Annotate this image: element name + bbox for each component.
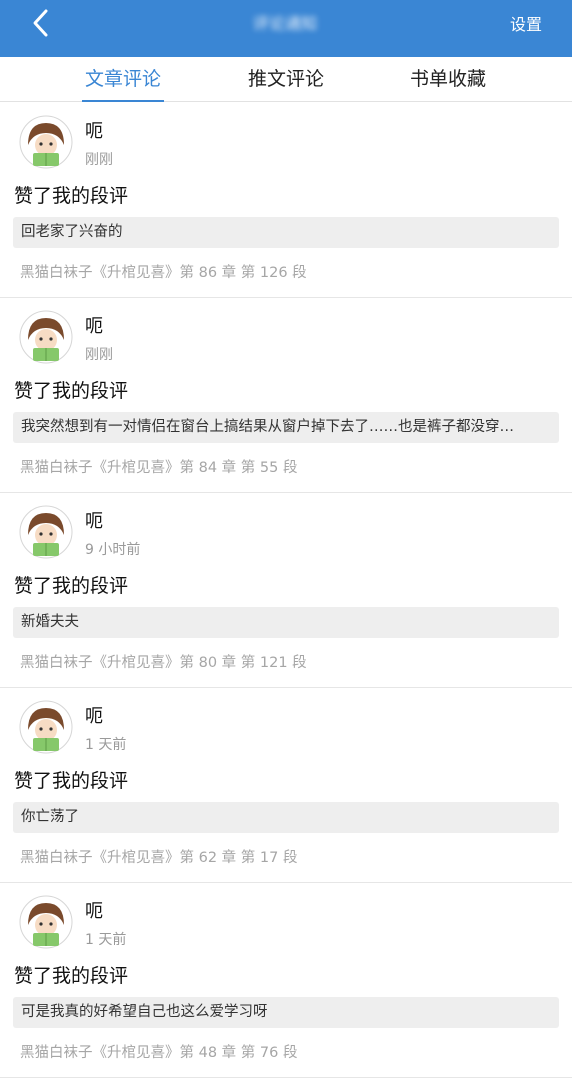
comment-source[interactable]: 黑猫白袜子《升棺见喜》第 48 章 第 76 段 — [20, 1041, 297, 1062]
timestamp: 1 天前 — [85, 737, 127, 753]
tab-article-comments[interactable]: 文章评论 — [82, 57, 164, 102]
avatar[interactable] — [19, 505, 73, 559]
back-button[interactable] — [24, 6, 58, 40]
notification-item[interactable]: 呃 刚刚 赞了我的段评 回老家了兴奋的 黑猫白袜子《升棺见喜》第 86 章 第 … — [0, 103, 572, 298]
notification-action: 赞了我的段评 — [14, 965, 129, 987]
comment-quote[interactable]: 我突然想到有一对情侣在窗台上搞结果从窗户掉下去了……也是裤子都没穿… — [13, 412, 559, 443]
user-name[interactable]: 呃 — [85, 312, 103, 338]
tab-booklist-favorites[interactable]: 书单收藏 — [407, 57, 489, 102]
chevron-left-icon — [33, 9, 48, 37]
avatar[interactable] — [19, 115, 73, 169]
active-tab-indicator — [82, 100, 164, 102]
notification-action: 赞了我的段评 — [14, 380, 129, 402]
avatar[interactable] — [19, 700, 73, 754]
user-name[interactable]: 呃 — [85, 897, 103, 923]
avatar[interactable] — [19, 895, 73, 949]
notification-action: 赞了我的段评 — [14, 185, 129, 207]
notification-list: 呃 刚刚 赞了我的段评 回老家了兴奋的 黑猫白袜子《升棺见喜》第 86 章 第 … — [0, 103, 572, 1078]
comment-source[interactable]: 黑猫白袜子《升棺见喜》第 86 章 第 126 段 — [20, 261, 307, 282]
timestamp: 刚刚 — [85, 347, 113, 363]
notification-action: 赞了我的段评 — [14, 770, 129, 792]
comment-quote[interactable]: 回老家了兴奋的 — [13, 217, 559, 248]
tab-post-comments[interactable]: 推文评论 — [245, 57, 327, 102]
tab-label: 文章评论 — [84, 68, 161, 90]
user-name[interactable]: 呃 — [85, 507, 103, 533]
comment-source[interactable]: 黑猫白袜子《升棺见喜》第 80 章 第 121 段 — [20, 651, 307, 672]
tab-label: 推文评论 — [247, 68, 324, 90]
page-title: 评论通知 — [252, 14, 317, 33]
user-name[interactable]: 呃 — [85, 117, 103, 143]
notification-item[interactable]: 呃 9 小时前 赞了我的段评 新婚夫夫 黑猫白袜子《升棺见喜》第 80 章 第 … — [0, 493, 572, 688]
notification-item[interactable]: 呃 刚刚 赞了我的段评 我突然想到有一对情侣在窗台上搞结果从窗户掉下去了……也是… — [0, 298, 572, 493]
comment-quote[interactable]: 新婚夫夫 — [13, 607, 559, 638]
avatar[interactable] — [19, 310, 73, 364]
user-name[interactable]: 呃 — [85, 702, 103, 728]
notification-action: 赞了我的段评 — [14, 575, 129, 597]
timestamp: 9 小时前 — [85, 542, 141, 558]
timestamp: 刚刚 — [85, 152, 113, 168]
comment-source[interactable]: 黑猫白袜子《升棺见喜》第 62 章 第 17 段 — [20, 846, 297, 867]
top-bar: 评论通知 设置 — [0, 0, 572, 57]
comment-quote[interactable]: 你亡荡了 — [13, 802, 559, 833]
tab-label: 书单收藏 — [409, 68, 486, 90]
comment-quote[interactable]: 可是我真的好希望自己也这么爱学习呀 — [13, 997, 559, 1028]
timestamp: 1 天前 — [85, 932, 127, 948]
notification-item[interactable]: 呃 1 天前 赞了我的段评 可是我真的好希望自己也这么爱学习呀 黑猫白袜子《升棺… — [0, 883, 572, 1078]
settings-button[interactable]: 设置 — [510, 11, 542, 35]
notification-item[interactable]: 呃 1 天前 赞了我的段评 你亡荡了 黑猫白袜子《升棺见喜》第 62 章 第 1… — [0, 688, 572, 883]
tab-bar: 文章评论 推文评论 书单收藏 — [0, 57, 572, 102]
comment-source[interactable]: 黑猫白袜子《升棺见喜》第 84 章 第 55 段 — [20, 456, 297, 477]
